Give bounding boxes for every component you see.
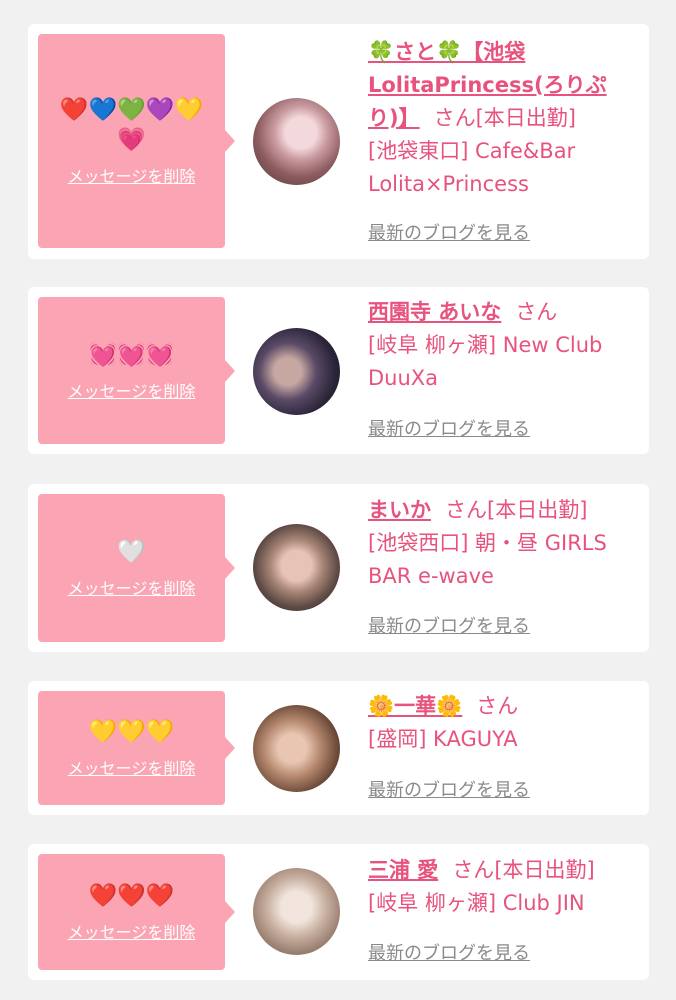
avatar[interactable] bbox=[253, 524, 340, 611]
message-emoji: ❤️❤️❤️ bbox=[88, 883, 175, 909]
shop-name: [岐阜 柳ヶ瀬] Club JIN bbox=[368, 891, 585, 915]
sender-name-link[interactable]: まいか bbox=[368, 498, 431, 522]
avatar[interactable] bbox=[253, 868, 340, 955]
message-emoji: 🤍 bbox=[117, 539, 146, 565]
avatar[interactable] bbox=[253, 705, 340, 792]
honorific-label: さん bbox=[433, 106, 476, 130]
latest-blog-link[interactable]: 最新のブログを見る bbox=[368, 776, 530, 802]
message-bubble: 💓💓💓 メッセージを削除 bbox=[38, 297, 235, 444]
work-status-label: [本日出勤] bbox=[494, 858, 595, 882]
message-bubble: 💛💛💛 メッセージを削除 bbox=[38, 691, 235, 805]
shop-name: [盛岡] KAGUYA bbox=[368, 727, 518, 751]
sender-info: 🌼一華🌼 さん [盛岡] KAGUYA bbox=[368, 690, 636, 756]
message-card: 💛💛💛 メッセージを削除 🌼一華🌼 さん [盛岡] KAGUYA 最新のブログを見… bbox=[28, 681, 649, 815]
sender-name-link[interactable]: 西園寺 あいな bbox=[368, 300, 501, 324]
message-bubble: ❤️❤️❤️ メッセージを削除 bbox=[38, 854, 235, 970]
sender-info: 西園寺 あいな さん [岐阜 柳ヶ瀬] New Club DuuXa bbox=[368, 296, 636, 395]
latest-blog-link[interactable]: 最新のブログを見る bbox=[368, 219, 530, 245]
message-bubble: ❤️💙💚💜💛💗 メッセージを削除 bbox=[38, 34, 235, 248]
message-card: ❤️💙💚💜💛💗 メッセージを削除 🍀さと🍀【池袋LolitaPrincess(ろ… bbox=[28, 24, 649, 259]
work-status-label: [本日出勤] bbox=[487, 498, 588, 522]
message-card: 💓💓💓 メッセージを削除 西園寺 あいな さん [岐阜 柳ヶ瀬] New Club… bbox=[28, 287, 649, 454]
shop-name: [池袋東口] Cafe&Bar Lolita×Princess bbox=[368, 139, 576, 196]
delete-message-button[interactable]: メッセージを削除 bbox=[68, 919, 196, 943]
shop-name: [岐阜 柳ヶ瀬] New Club DuuXa bbox=[368, 333, 603, 390]
sender-info: まいか さん[本日出勤] [池袋西口] 朝・昼 GIRLS BAR e-wave bbox=[368, 494, 636, 593]
latest-blog-link[interactable]: 最新のブログを見る bbox=[368, 612, 530, 638]
avatar[interactable] bbox=[253, 328, 340, 415]
latest-blog-link[interactable]: 最新のブログを見る bbox=[368, 939, 530, 965]
sender-info: 三浦 愛さん[本日出勤] [岐阜 柳ヶ瀬] Club JIN bbox=[368, 854, 636, 920]
honorific-label: さん bbox=[452, 858, 495, 882]
message-bubble: 🤍 メッセージを削除 bbox=[38, 494, 235, 642]
sender-name-link[interactable]: 三浦 愛 bbox=[368, 858, 438, 882]
honorific-label: さん bbox=[476, 694, 519, 718]
honorific-label: さん bbox=[515, 300, 558, 324]
message-card: 🤍 メッセージを削除 まいか さん[本日出勤] [池袋西口] 朝・昼 GIRLS … bbox=[28, 484, 649, 652]
message-list: ❤️💙💚💜💛💗 メッセージを削除 🍀さと🍀【池袋LolitaPrincess(ろ… bbox=[0, 0, 676, 1000]
shop-name: [池袋西口] 朝・昼 GIRLS BAR e-wave bbox=[368, 531, 607, 588]
message-emoji: ❤️💙💚💜💛💗 bbox=[59, 97, 204, 153]
delete-message-button[interactable]: メッセージを削除 bbox=[68, 163, 196, 187]
message-emoji: 💛💛💛 bbox=[88, 719, 175, 745]
delete-message-button[interactable]: メッセージを削除 bbox=[68, 755, 196, 779]
message-emoji: 💓💓💓 bbox=[88, 341, 175, 368]
latest-blog-link[interactable]: 最新のブログを見る bbox=[368, 415, 530, 441]
sender-info: 🍀さと🍀【池袋LolitaPrincess(ろりぷり)】 さん[本日出勤] [池袋… bbox=[368, 36, 636, 201]
delete-message-button[interactable]: メッセージを削除 bbox=[68, 378, 196, 402]
sender-name-link[interactable]: 🌼一華🌼 bbox=[368, 694, 462, 718]
honorific-label: さん bbox=[445, 498, 487, 522]
avatar[interactable] bbox=[253, 98, 340, 185]
work-status-label: [本日出勤] bbox=[475, 106, 576, 130]
message-card: ❤️❤️❤️ メッセージを削除 三浦 愛さん[本日出勤] [岐阜 柳ヶ瀬] Cl… bbox=[28, 844, 649, 980]
delete-message-button[interactable]: メッセージを削除 bbox=[68, 575, 196, 599]
